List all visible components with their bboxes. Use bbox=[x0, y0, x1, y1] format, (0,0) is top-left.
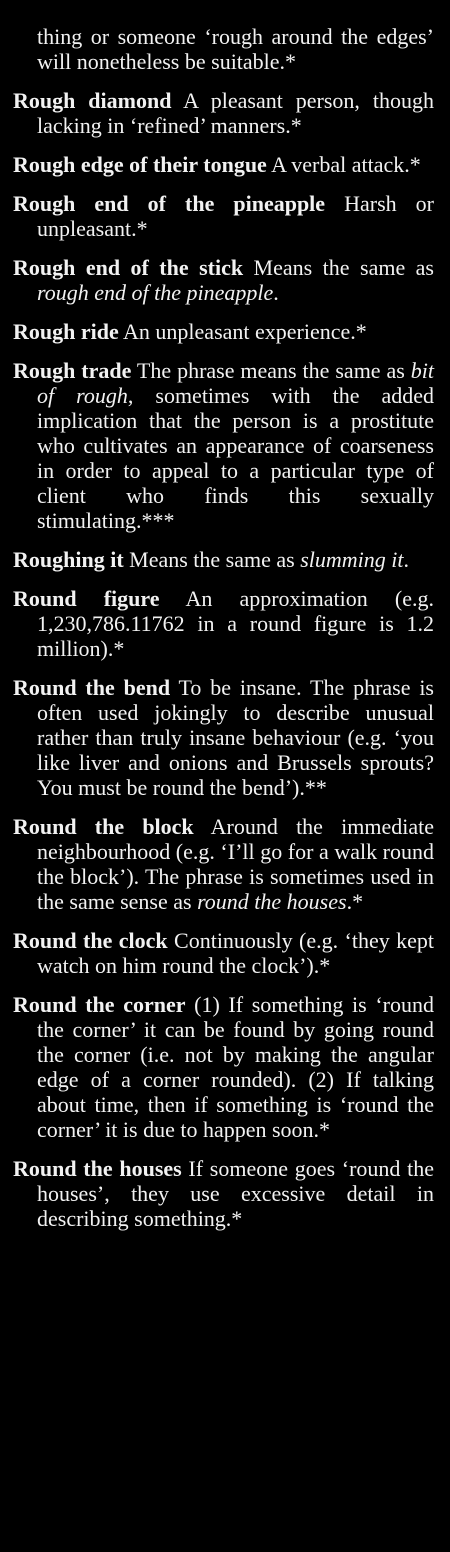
entry-term: Round the bend bbox=[13, 675, 171, 700]
cross-reference: round the houses bbox=[197, 889, 347, 914]
entry-term: Round figure bbox=[13, 586, 160, 611]
entry-term: Rough end of the stick bbox=[13, 255, 244, 280]
definition-text: A verbal attack.* bbox=[266, 152, 421, 177]
entry-term: Rough end of the pineapple bbox=[13, 191, 326, 216]
entry-rough-end-of-the-stick: Rough end of the stick Means the same as… bbox=[13, 255, 434, 305]
definition-text: The phrase means the same as bbox=[131, 358, 411, 383]
cross-reference: slumming it bbox=[300, 547, 404, 572]
entry-round-the-bend: Round the bend To be insane. The phrase … bbox=[13, 675, 434, 800]
entry-term: Rough diamond bbox=[13, 88, 172, 113]
entry-continued-text: thing or someone ‘rough around the edges… bbox=[13, 24, 434, 74]
entry-term: Rough trade bbox=[13, 358, 132, 383]
entry-round-the-clock: Round the clock Continuously (e.g. ‘they… bbox=[13, 928, 434, 978]
entry-term: Round the clock bbox=[13, 928, 168, 953]
entry-term: Round the block bbox=[13, 814, 194, 839]
definition-text: .* bbox=[346, 889, 364, 914]
entry-round-the-houses: Round the houses If someone goes ‘round … bbox=[13, 1156, 434, 1231]
entry-term: Round the houses bbox=[13, 1156, 182, 1181]
entry-term: Roughing it bbox=[13, 547, 124, 572]
definition-text: Means the same as bbox=[243, 255, 434, 280]
entry-term: Rough edge of their tongue bbox=[13, 152, 267, 177]
definition-text: . bbox=[403, 547, 410, 572]
entry-round-the-corner: Round the corner (1) If something is ‘ro… bbox=[13, 992, 434, 1142]
definition-text: . bbox=[273, 280, 279, 305]
definition-text: Means the same as bbox=[123, 547, 301, 572]
dictionary-page: thing or someone ‘rough around the edges… bbox=[0, 0, 450, 1552]
entry-term: Round the corner bbox=[13, 992, 186, 1017]
entry-rough-end-of-the-pineapple: Rough end of the pineapple Harsh or unpl… bbox=[13, 191, 434, 241]
entry-rough-trade: Rough trade The phrase means the same as… bbox=[13, 358, 434, 533]
definition-text: thing or someone ‘rough around the edges… bbox=[37, 24, 434, 74]
cross-reference: rough end of the pineapple bbox=[37, 280, 274, 305]
entry-rough-ride: Rough ride An unpleasant experience.* bbox=[13, 319, 434, 344]
entry-round-the-block: Round the block Around the immediate nei… bbox=[13, 814, 434, 914]
entry-term: Rough ride bbox=[13, 319, 119, 344]
definition-text: An unpleasant experience.* bbox=[118, 319, 367, 344]
entry-rough-diamond: Rough diamond A pleasant person, though … bbox=[13, 88, 434, 138]
entry-rough-edge-of-their-tongue: Rough edge of their tongue A verbal atta… bbox=[13, 152, 434, 177]
entry-roughing-it: Roughing it Means the same as slumming i… bbox=[13, 547, 434, 572]
entry-round-figure: Round figure An approximation (e.g. 1,23… bbox=[13, 586, 434, 661]
